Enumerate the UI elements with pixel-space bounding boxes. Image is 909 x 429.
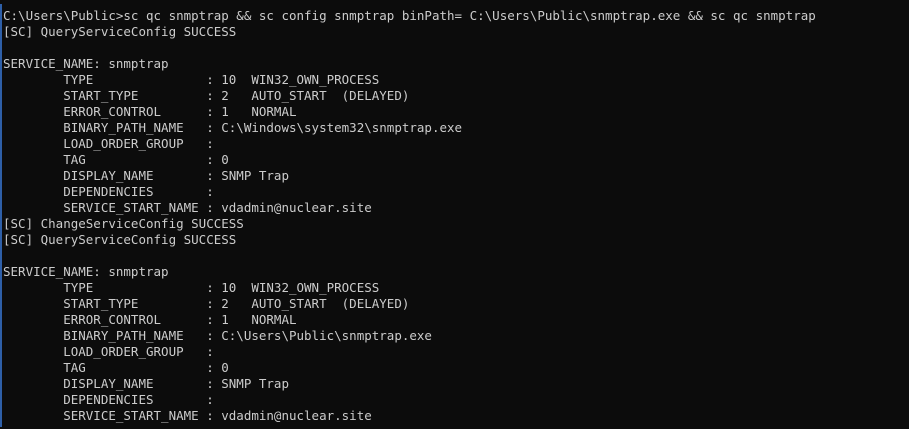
console-line: SERVICE_NAME: snmptrap	[3, 264, 169, 279]
console-line: [SC] QueryServiceConfig SUCCESS	[3, 24, 237, 39]
console-line: BINARY_PATH_NAME : C:\Windows\system32\s…	[3, 120, 463, 135]
console-line: TYPE : 10 WIN32_OWN_PROCESS	[3, 72, 380, 87]
console-line: SERVICE_START_NAME : vdadmin@nuclear.sit…	[3, 200, 372, 215]
console-line: DEPENDENCIES :	[3, 184, 214, 199]
console-line: LOAD_ORDER_GROUP :	[3, 136, 214, 151]
console-line: DISPLAY_NAME : SNMP Trap	[3, 376, 289, 391]
console-line: SERVICE_NAME: snmptrap	[3, 56, 169, 71]
console-line: START_TYPE : 2 AUTO_START (DELAYED)	[3, 88, 410, 103]
console-line: [SC] QueryServiceConfig SUCCESS	[3, 232, 237, 247]
console-line: [SC] ChangeServiceConfig SUCCESS	[3, 216, 244, 231]
console-window[interactable]: C:\Users\Public>sc qc snmptrap && sc con…	[0, 0, 909, 429]
console-line: TAG : 0	[3, 360, 229, 375]
console-line: LOAD_ORDER_GROUP :	[3, 344, 214, 359]
console-line: ERROR_CONTROL : 1 NORMAL	[3, 312, 297, 327]
console-line: TAG : 0	[3, 152, 229, 167]
console-line: BINARY_PATH_NAME : C:\Users\Public\snmpt…	[3, 328, 432, 343]
left-edge-marker	[0, 4, 2, 427]
console-line: DISPLAY_NAME : SNMP Trap	[3, 168, 289, 183]
console-line: SERVICE_START_NAME : vdadmin@nuclear.sit…	[3, 408, 372, 423]
console-line: ERROR_CONTROL : 1 NORMAL	[3, 104, 297, 119]
console-line: START_TYPE : 2 AUTO_START (DELAYED)	[3, 296, 410, 311]
console-line: DEPENDENCIES :	[3, 392, 214, 407]
console-output[interactable]: C:\Users\Public>sc qc snmptrap && sc con…	[3, 8, 816, 424]
console-line: TYPE : 10 WIN32_OWN_PROCESS	[3, 280, 380, 295]
console-line: C:\Users\Public>sc qc snmptrap && sc con…	[3, 8, 816, 23]
